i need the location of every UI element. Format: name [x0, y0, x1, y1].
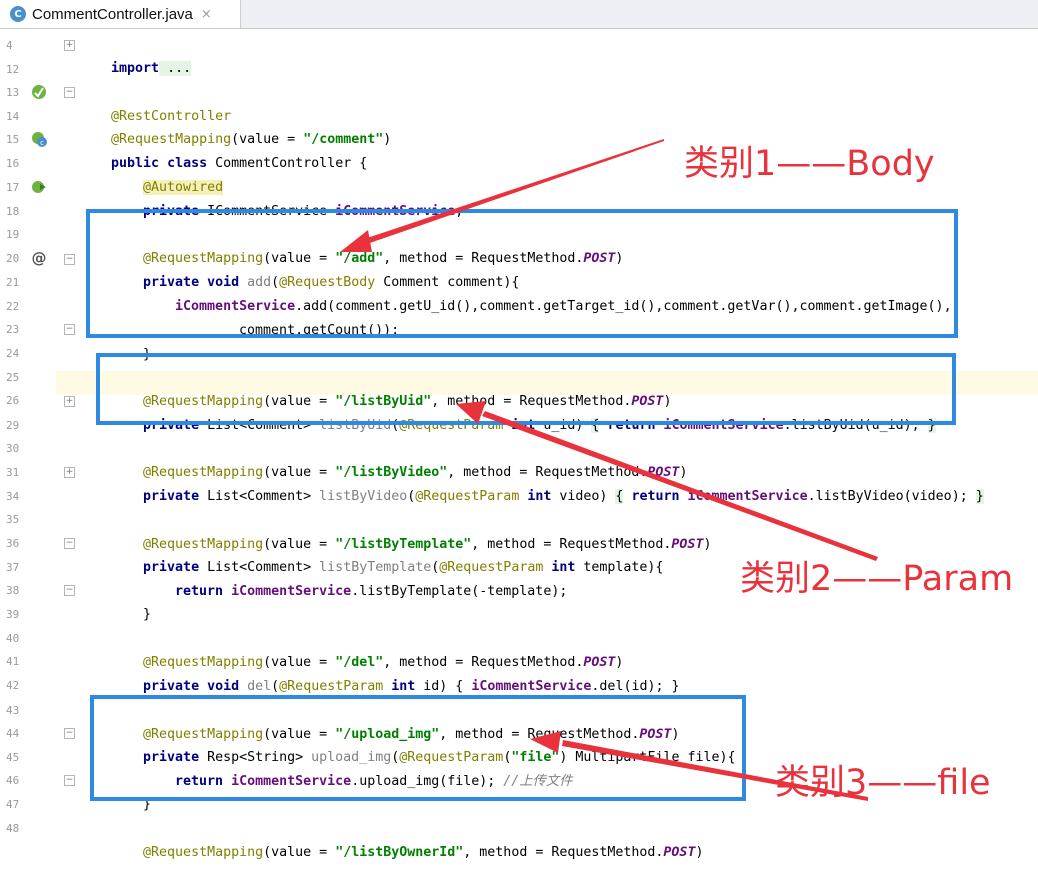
- enum-constant: POST: [663, 845, 696, 860]
- annotation: @RequestMapping: [143, 845, 264, 860]
- close-icon[interactable]: ×: [201, 7, 212, 22]
- editor-tab-bar: C CommentController.java ×: [0, 0, 1038, 29]
- keyword: int: [383, 679, 416, 694]
- keyword: return: [175, 584, 224, 599]
- keyword: import: [111, 61, 160, 76]
- code-text: id) {: [415, 679, 472, 694]
- keyword: private: [143, 489, 200, 504]
- java-class-icon: C: [10, 6, 26, 22]
- code-text: , method = RequestMethod.: [463, 845, 664, 860]
- code-text: (value =: [263, 845, 336, 860]
- annotation: @RequestParam: [415, 489, 520, 504]
- tab-comment-controller[interactable]: C CommentController.java ×: [0, 0, 241, 28]
- code-text: .listByVideo(video);: [807, 489, 976, 504]
- field-name: iCommentService: [231, 584, 352, 599]
- keyword: private void: [143, 679, 240, 694]
- code-line: import ...: [79, 33, 192, 76]
- tab-label: CommentController.java: [32, 5, 193, 23]
- method-name: del: [247, 679, 272, 694]
- code-line: @RequestMapping(value = "/listByOwnerId"…: [111, 817, 703, 860]
- field-name: iCommentService: [687, 489, 808, 504]
- code-line: @RequestMapping(value = "/del", method =…: [111, 627, 623, 670]
- code-text: List<Comment>: [199, 489, 320, 504]
- code-line: private void del(@RequestParam int id) {…: [111, 651, 679, 694]
- code-line: public class CommentController {: [79, 128, 367, 171]
- code-line: }: [111, 579, 151, 622]
- annotation-label-body: 类别1——Body: [684, 144, 935, 184]
- highlight-box-param: [96, 353, 956, 425]
- code-text: ): [695, 845, 704, 860]
- code-line: @RequestMapping(value = "/listByVideo", …: [111, 437, 687, 480]
- code-line: private List<Comment> listByTemplate(@Re…: [111, 532, 663, 575]
- keyword: int: [519, 489, 552, 504]
- code-line: @RestController: [79, 81, 231, 124]
- code-text: .listByTemplate(-template);: [351, 584, 568, 599]
- annotation-label-param: 类别2——Param: [740, 559, 1014, 599]
- string-literal: "/listByOwnerId": [335, 845, 464, 860]
- code-line: @RequestMapping(value = "/comment"): [79, 104, 391, 147]
- code-line: private List<Comment> listByVideo(@Reque…: [111, 461, 984, 504]
- collapsed-imports[interactable]: ...: [159, 61, 192, 76]
- code-text: template){: [575, 560, 664, 575]
- code-text: CommentController {: [207, 156, 368, 171]
- folded-brace[interactable]: }: [975, 489, 984, 504]
- code-text: ): [703, 537, 712, 552]
- code-text: .del(id); }: [591, 679, 680, 694]
- method-name: listByVideo: [319, 489, 408, 504]
- highlight-box-body: [86, 209, 958, 338]
- code-text: }: [143, 607, 152, 622]
- code-line: private ICommentService iCommentService;: [111, 176, 463, 219]
- keyword: return: [631, 489, 680, 504]
- enum-constant: POST: [671, 537, 704, 552]
- field-name: iCommentService: [471, 679, 592, 694]
- code-line: @Autowired: [111, 152, 224, 195]
- highlight-box-file: [90, 695, 746, 801]
- code-text: (: [271, 679, 280, 694]
- code-line: @RequestMapping(value = "/listByTemplate…: [111, 509, 711, 552]
- annotation: @RequestParam: [279, 679, 384, 694]
- code-line: return iCommentService.listByTemplate(-t…: [143, 556, 567, 599]
- code-text: ): [383, 132, 392, 147]
- code-text: video): [551, 489, 616, 504]
- annotation-label-file: 类别3——file: [775, 763, 991, 803]
